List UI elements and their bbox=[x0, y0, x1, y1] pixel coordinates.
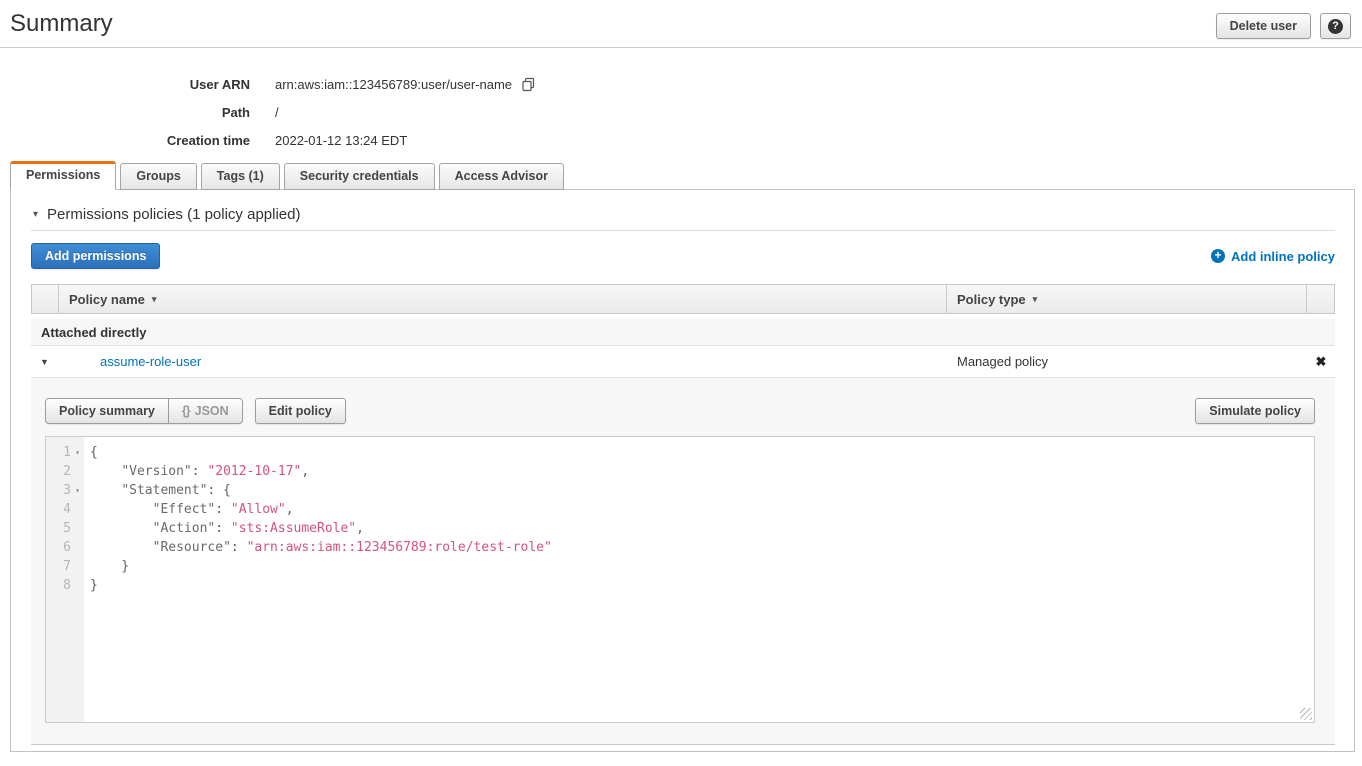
page-header: Summary Delete user ? bbox=[0, 0, 1362, 48]
json-view-button[interactable]: {} JSON bbox=[169, 398, 243, 424]
sort-caret-icon: ▾ bbox=[152, 294, 157, 305]
braces-icon: {} bbox=[182, 404, 190, 418]
editor-resize-handle[interactable] bbox=[1300, 708, 1312, 720]
gutter-line: 5 bbox=[46, 519, 84, 538]
simulate-policy-button[interactable]: Simulate policy bbox=[1195, 398, 1315, 424]
gutter-line: 6 bbox=[46, 538, 84, 557]
creation-time-value: 2022-01-12 13:24 EDT bbox=[275, 133, 407, 148]
json-editor-code[interactable]: { "Version": "2012-10-17", "Statement": … bbox=[84, 437, 1314, 722]
code-line: "Action": "sts:AssumeRole", bbox=[90, 519, 1314, 538]
policy-view-button-group: Policy summary {} JSON bbox=[45, 398, 243, 424]
code-line: } bbox=[90, 576, 1314, 595]
add-permissions-button[interactable]: Add permissions bbox=[31, 243, 160, 269]
tab-permissions[interactable]: Permissions bbox=[10, 161, 116, 190]
policy-actions-row: Add permissions + Add inline policy bbox=[31, 243, 1335, 269]
gutter-line: 1▾ bbox=[46, 443, 84, 462]
copy-icon[interactable] bbox=[521, 77, 536, 92]
user-arn-label: User ARN bbox=[10, 77, 250, 92]
tab-security-credentials[interactable]: Security credentials bbox=[284, 163, 435, 190]
gutter-line: 3▾ bbox=[46, 481, 84, 500]
policy-table: Policy name ▾ Policy type ▾ Attached dir… bbox=[31, 284, 1335, 745]
user-summary-fields: User ARN arn:aws:iam::123456789:user/use… bbox=[10, 70, 1362, 154]
detach-policy-icon[interactable]: ✖ bbox=[1307, 354, 1335, 370]
gutter-line: 8 bbox=[46, 576, 84, 595]
code-line: "Effect": "Allow", bbox=[90, 500, 1314, 519]
tab-bar: Permissions Groups Tags (1) Security cre… bbox=[10, 163, 1362, 190]
policy-name-link[interactable]: assume-role-user bbox=[100, 354, 201, 369]
policy-type-column-header[interactable]: Policy type ▾ bbox=[946, 285, 1306, 313]
fold-spacer bbox=[71, 500, 84, 519]
policy-name-column-header[interactable]: Policy name ▾ bbox=[59, 285, 946, 313]
fold-spacer bbox=[71, 557, 84, 576]
actions-column-header bbox=[1306, 285, 1334, 313]
policy-detail-toolbar: Policy summary {} JSON Edit policy Simul… bbox=[45, 398, 1315, 424]
code-line: "Version": "2012-10-17", bbox=[90, 462, 1314, 481]
expander-column-header bbox=[32, 285, 59, 313]
permissions-policies-section-header[interactable]: ▾ Permissions policies (1 policy applied… bbox=[31, 190, 1335, 231]
creation-time-label: Creation time bbox=[10, 133, 250, 148]
fold-spacer bbox=[71, 538, 84, 557]
tab-groups[interactable]: Groups bbox=[120, 163, 196, 190]
section-collapse-icon: ▾ bbox=[33, 209, 38, 220]
gutter-line: 2 bbox=[46, 462, 84, 481]
gutter-line: 4 bbox=[46, 500, 84, 519]
code-line: } bbox=[90, 557, 1314, 576]
row-expander-icon[interactable]: ▼ bbox=[31, 357, 58, 367]
user-arn-value: arn:aws:iam::123456789:user/user-name bbox=[275, 77, 512, 92]
fold-spacer bbox=[71, 462, 84, 481]
attached-directly-group-row: Attached directly bbox=[31, 319, 1335, 346]
fold-caret-icon[interactable]: ▾ bbox=[71, 443, 84, 462]
section-heading: Permissions policies (1 policy applied) bbox=[47, 206, 300, 223]
user-arn-row: User ARN arn:aws:iam::123456789:user/use… bbox=[10, 70, 1362, 98]
help-button[interactable]: ? bbox=[1320, 13, 1351, 39]
page-title: Summary bbox=[10, 10, 1216, 38]
code-line: "Resource": "arn:aws:iam::123456789:role… bbox=[90, 538, 1314, 557]
gutter-line: 7 bbox=[46, 557, 84, 576]
creation-time-row: Creation time 2022-01-12 13:24 EDT bbox=[10, 126, 1362, 154]
code-line: "Statement": { bbox=[90, 481, 1314, 500]
policy-type-value: Managed policy bbox=[947, 354, 1307, 369]
path-value: / bbox=[275, 105, 279, 120]
fold-spacer bbox=[71, 576, 84, 595]
policy-summary-button[interactable]: Policy summary bbox=[45, 398, 169, 424]
path-row: Path / bbox=[10, 98, 1362, 126]
add-inline-policy-link[interactable]: + Add inline policy bbox=[1211, 249, 1335, 264]
path-label: Path bbox=[10, 105, 250, 120]
table-row: ▼ assume-role-user Managed policy ✖ bbox=[31, 346, 1335, 378]
sort-caret-icon: ▾ bbox=[1033, 294, 1038, 305]
policy-detail-panel: Policy summary {} JSON Edit policy Simul… bbox=[31, 378, 1335, 745]
header-buttons: Delete user ? bbox=[1216, 13, 1351, 39]
fold-caret-icon[interactable]: ▾ bbox=[71, 481, 84, 500]
tab-tags[interactable]: Tags (1) bbox=[201, 163, 280, 190]
help-icon: ? bbox=[1328, 19, 1343, 34]
permissions-tab-panel: ▾ Permissions policies (1 policy applied… bbox=[10, 189, 1355, 752]
code-line: { bbox=[90, 443, 1314, 462]
tab-access-advisor[interactable]: Access Advisor bbox=[439, 163, 564, 190]
policy-table-header: Policy name ▾ Policy type ▾ bbox=[31, 284, 1335, 314]
fold-spacer bbox=[71, 519, 84, 538]
json-policy-editor[interactable]: 1▾23▾45678 { "Version": "2012-10-17", "S… bbox=[45, 436, 1315, 723]
json-editor-gutter: 1▾23▾45678 bbox=[46, 437, 84, 722]
plus-icon: + bbox=[1211, 249, 1225, 263]
delete-user-button[interactable]: Delete user bbox=[1216, 13, 1311, 39]
edit-policy-button[interactable]: Edit policy bbox=[255, 398, 346, 424]
